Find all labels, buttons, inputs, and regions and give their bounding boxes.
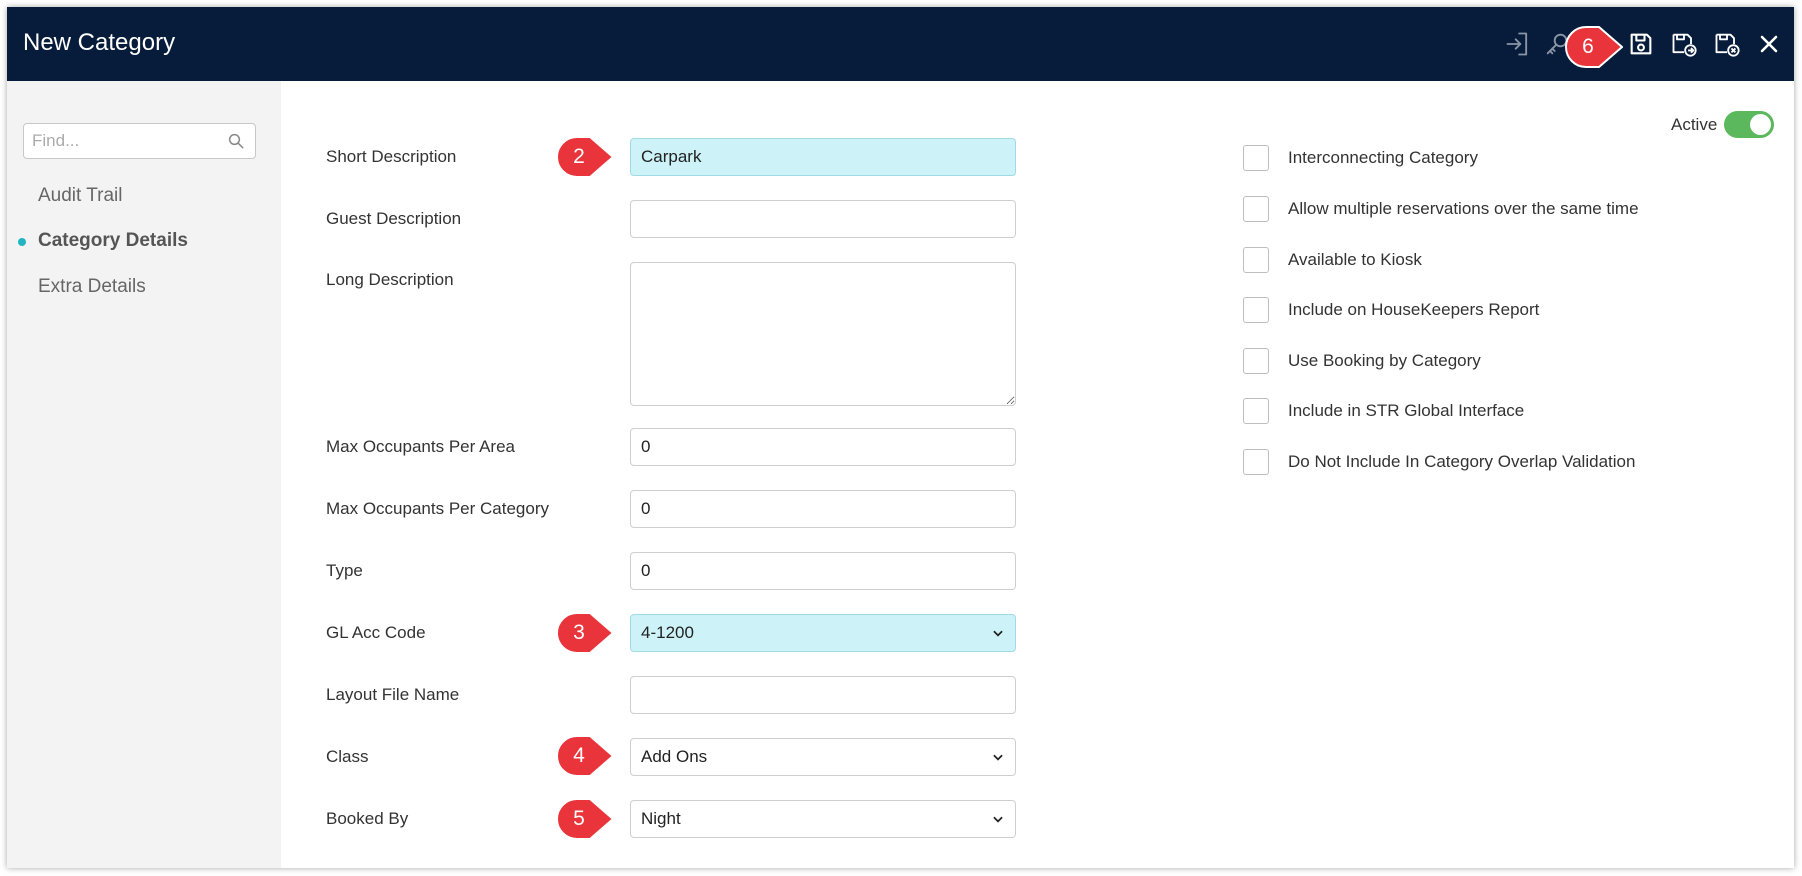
class-label: Class (326, 747, 369, 766)
booked-by-label: Booked By (326, 809, 409, 828)
layout-file-name-input[interactable] (630, 676, 1016, 714)
guest-description-label: Guest Description (326, 209, 462, 228)
chevron-down-icon (993, 816, 1003, 823)
chevron-down-icon (993, 630, 1003, 637)
save-and-close-icon[interactable] (1710, 27, 1744, 61)
long-description-textarea[interactable] (630, 262, 1016, 406)
max-occupants-area-label: Max Occupants Per Area (326, 437, 515, 456)
import-icon[interactable] (1501, 27, 1535, 61)
callout-4: 4 (556, 735, 614, 777)
class-select[interactable]: Add Ons (630, 738, 1016, 776)
booking-by-category-checkbox[interactable] (1243, 348, 1269, 374)
booked-by-value: Night (641, 809, 681, 828)
overlap-validation-checkbox[interactable] (1243, 449, 1269, 475)
sidebar-search[interactable] (23, 123, 256, 159)
housekeepers-report-checkbox[interactable] (1243, 297, 1269, 323)
callout-2: 2 (556, 136, 614, 178)
long-description-label: Long Description (326, 270, 454, 289)
short-description-input[interactable] (630, 138, 1016, 176)
save-and-new-icon[interactable] (1667, 27, 1701, 61)
gl-acc-code-label: GL Acc Code (326, 623, 426, 642)
chevron-down-icon (993, 754, 1003, 761)
search-input[interactable] (24, 124, 222, 158)
sidebar-item-audit-trail[interactable]: Audit Trail (38, 185, 122, 207)
class-value: Add Ons (641, 747, 708, 766)
guest-description-input[interactable] (630, 200, 1016, 238)
available-to-kiosk-checkbox[interactable] (1243, 247, 1269, 273)
sidebar: Audit Trail Category Details Extra Detai… (7, 81, 281, 868)
layout-file-name-label: Layout File Name (326, 685, 460, 704)
close-icon[interactable] (1752, 27, 1786, 61)
sidebar-item-category-details[interactable]: Category Details (18, 230, 188, 252)
callout-6: 6 (1565, 26, 1623, 68)
short-description-label: Short Description (326, 147, 457, 166)
toggle-knob (1750, 114, 1771, 135)
str-global-interface-checkbox[interactable] (1243, 398, 1269, 424)
gl-acc-code-select[interactable]: 4-1200 (630, 614, 1016, 652)
search-icon[interactable] (227, 132, 245, 150)
booked-by-select[interactable]: Night (630, 800, 1016, 838)
max-occupants-category-label: Max Occupants Per Category (326, 499, 549, 518)
type-input[interactable] (630, 552, 1016, 590)
title-bar: New Category 6 (7, 7, 1794, 81)
interconnecting-category-checkbox[interactable] (1243, 145, 1269, 171)
save-icon[interactable] (1624, 27, 1658, 61)
active-label: Active (1671, 115, 1718, 134)
max-occupants-category-input[interactable] (630, 490, 1016, 528)
multiple-reservations-checkbox[interactable] (1243, 196, 1269, 222)
sidebar-item-extra-details[interactable]: Extra Details (38, 276, 146, 298)
active-toggle[interactable] (1724, 111, 1774, 138)
callout-5: 5 (556, 798, 614, 840)
active-indicator-dot (18, 238, 26, 246)
max-occupants-area-input[interactable] (630, 428, 1016, 466)
callout-3: 3 (556, 612, 614, 654)
gl-acc-code-value: 4-1200 (641, 623, 694, 642)
window-title: New Category (23, 29, 176, 56)
type-label: Type (326, 561, 363, 580)
category-window: New Category 6 Find... Audit Trail Categ… (7, 7, 1794, 868)
